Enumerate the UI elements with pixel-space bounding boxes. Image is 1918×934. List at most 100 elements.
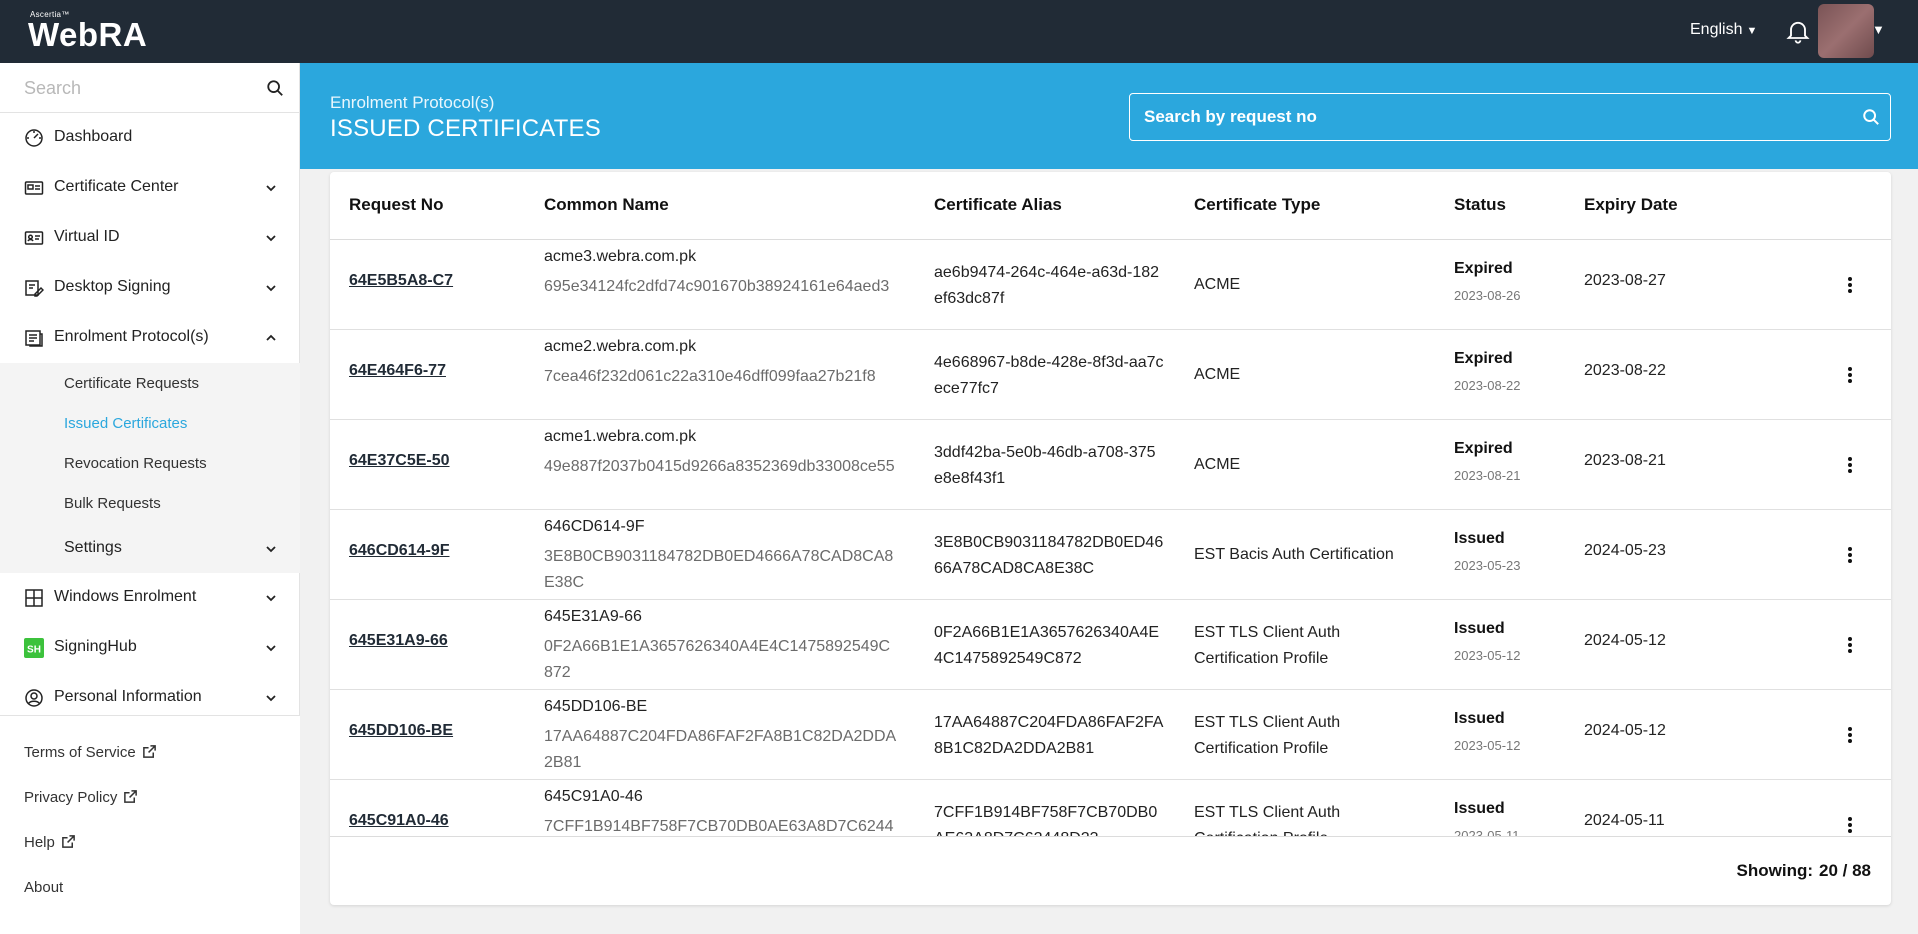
more-options-icon[interactable] — [1840, 360, 1860, 390]
table-row: 645DD106-BE 645DD106-BE 17AA64887C204FDA… — [330, 690, 1891, 780]
sidebar-item-virtual-id[interactable]: Virtual ID — [0, 213, 300, 263]
table-row: 646CD614-9F 646CD614-9F 3E8B0CB903118478… — [330, 510, 1891, 600]
dashboard-icon — [25, 129, 43, 147]
column-header-request-no[interactable]: Request No — [349, 195, 443, 215]
expiry-date: 2024-05-23 — [1584, 542, 1666, 559]
sidebar-item-desktop-signing[interactable]: Desktop Signing — [0, 263, 300, 313]
search-icon[interactable] — [1862, 108, 1880, 126]
sidebar-item-label: Dashboard — [54, 128, 133, 145]
sidebar-item-label: SigningHub — [54, 638, 137, 655]
terms-of-service-link[interactable]: Terms of Service — [24, 744, 157, 761]
brand-name: WebRA — [28, 16, 148, 53]
chevron-down-icon — [266, 235, 276, 242]
request-no-link[interactable]: 646CD614-9F — [349, 542, 450, 560]
certificate-icon — [24, 181, 44, 195]
status-label: Expired — [1454, 440, 1513, 457]
sidebar-search-input[interactable] — [24, 75, 254, 101]
common-name: 645E31A9-66 — [544, 608, 642, 625]
avatar[interactable] — [1818, 4, 1874, 58]
table-row: 64E37C5E-50 acme1.webra.com.pk 49e887f20… — [330, 420, 1891, 510]
sidebar-footer: Terms of Service Privacy Policy Help Abo… — [0, 715, 300, 934]
language-selector[interactable]: English ▼ — [1690, 21, 1757, 39]
table-row: 645E31A9-66 645E31A9-66 0F2A66B1E1A36576… — [330, 600, 1891, 690]
sidebar-item-windows-enrolment[interactable]: Windows Enrolment — [0, 573, 300, 623]
submenu-item-settings[interactable]: Settings — [0, 527, 300, 567]
top-bar: Ascertia™ WebRA English ▼ ▼ — [0, 0, 1918, 63]
certificate-type: EST Bacis Auth Certification — [1194, 546, 1394, 563]
sidebar-item-dashboard[interactable]: Dashboard — [0, 113, 300, 163]
more-options-icon[interactable] — [1840, 270, 1860, 300]
more-options-icon[interactable] — [1840, 450, 1860, 480]
request-no-link[interactable]: 645C91A0-46 — [349, 812, 449, 830]
request-no-link[interactable]: 64E5B5A8-C7 — [349, 272, 453, 290]
column-header-expiry-date[interactable]: Expiry Date — [1584, 195, 1678, 215]
expiry-date: 2024-05-12 — [1584, 722, 1666, 739]
more-options-icon[interactable] — [1840, 630, 1860, 660]
showing-label: Showing: — [1736, 861, 1813, 880]
external-link-icon — [142, 745, 156, 758]
sidebar-item-label: Desktop Signing — [54, 278, 171, 295]
page-title: ISSUED CERTIFICATES — [330, 115, 601, 142]
request-no-link[interactable]: 645E31A9-66 — [349, 632, 448, 650]
privacy-policy-link[interactable]: Privacy Policy — [24, 789, 138, 806]
chevron-down-icon — [266, 695, 276, 702]
caret-down-icon[interactable]: ▼ — [1872, 22, 1885, 37]
status-date: 2023-08-21 — [1454, 468, 1521, 483]
column-header-status[interactable]: Status — [1454, 195, 1506, 215]
sidebar-item-label: Virtual ID — [54, 228, 120, 245]
submenu-item-revocation-requests[interactable]: Revocation Requests — [64, 455, 207, 472]
terms-label: Terms of Service — [24, 744, 136, 761]
expiry-date: 2024-05-11 — [1584, 812, 1665, 829]
status-label: Issued — [1454, 710, 1505, 727]
submenu-item-bulk-requests[interactable]: Bulk Requests — [64, 495, 161, 512]
page-header: Enrolment Protocol(s) ISSUED CERTIFICATE… — [300, 63, 1918, 169]
chevron-down-icon — [266, 645, 276, 652]
search-icon[interactable] — [266, 79, 284, 97]
request-no-link[interactable]: 64E464F6-77 — [349, 362, 446, 380]
signing-icon — [25, 280, 44, 297]
request-no-link[interactable]: 645DD106-BE — [349, 722, 453, 740]
certificate-alias: 17AA64887C204FDA86FAF2FA8B1C82DA2DDA2B81 — [934, 714, 1164, 757]
chevron-up-icon — [266, 334, 276, 341]
chevron-down-icon — [266, 285, 276, 292]
common-name-hash: 49e887f2037b0415d9266a8352369db33008ce55 — [544, 458, 895, 475]
submenu-item-certificate-requests[interactable]: Certificate Requests — [64, 375, 199, 392]
request-no-link[interactable]: 64E37C5E-50 — [349, 452, 450, 470]
sidebar-item-enrolment-protocols[interactable]: Enrolment Protocol(s) — [0, 313, 300, 363]
status-date: 2023-05-12 — [1454, 738, 1521, 753]
certificate-alias: 3ddf42ba-5e0b-46db-a708-375e8e8f43f1 — [934, 444, 1156, 487]
table-header: Request No Common Name Certificate Alias… — [330, 172, 1891, 240]
table-row: 645C91A0-46 645C91A0-46 7CFF1B914BF758F7… — [330, 780, 1891, 836]
webra-logo[interactable]: Ascertia™ WebRA — [28, 10, 147, 51]
common-name: acme2.webra.com.pk — [544, 338, 697, 355]
breadcrumb: Enrolment Protocol(s) — [330, 93, 495, 112]
chevron-down-icon — [266, 546, 276, 553]
more-options-icon[interactable] — [1840, 540, 1860, 570]
expiry-date: 2023-08-27 — [1584, 272, 1666, 289]
status-label: Expired — [1454, 350, 1513, 367]
external-link-icon — [124, 790, 138, 803]
column-header-certificate-alias[interactable]: Certificate Alias — [934, 195, 1062, 215]
sidebar-item-certificate-center[interactable]: Certificate Center — [0, 163, 300, 213]
submenu-item-issued-certificates[interactable]: Issued Certificates — [64, 415, 187, 432]
request-search-input[interactable] — [1144, 104, 1834, 130]
column-header-certificate-type[interactable]: Certificate Type — [1194, 195, 1320, 215]
certificate-type: EST TLS Client Auth Certification Profil… — [1194, 714, 1341, 757]
table-body: 64E5B5A8-C7 acme3.webra.com.pk 695e34124… — [330, 240, 1891, 836]
language-label: English — [1690, 21, 1743, 38]
enrolment-icon — [25, 330, 43, 347]
bell-icon[interactable] — [1784, 17, 1812, 45]
more-options-icon[interactable] — [1840, 720, 1860, 750]
certificates-table-card: Request No Common Name Certificate Alias… — [330, 172, 1891, 905]
table-row: 64E5B5A8-C7 acme3.webra.com.pk 695e34124… — [330, 240, 1891, 330]
pagination-count: Showing: 20 / 88 — [1731, 861, 1871, 881]
certificate-alias: ae6b9474-264c-464e-a63d-182ef63dc87f — [934, 264, 1160, 307]
sidebar-item-signinghub[interactable]: SH SigningHub — [0, 623, 300, 673]
about-link[interactable]: About — [24, 879, 63, 896]
help-link[interactable]: Help — [24, 834, 76, 851]
more-options-icon[interactable] — [1840, 810, 1860, 836]
column-header-common-name[interactable]: Common Name — [544, 195, 669, 215]
common-name: 645C91A0-46 — [544, 788, 643, 805]
status-label: Issued — [1454, 800, 1505, 817]
status-date: 2023-08-22 — [1454, 378, 1521, 393]
